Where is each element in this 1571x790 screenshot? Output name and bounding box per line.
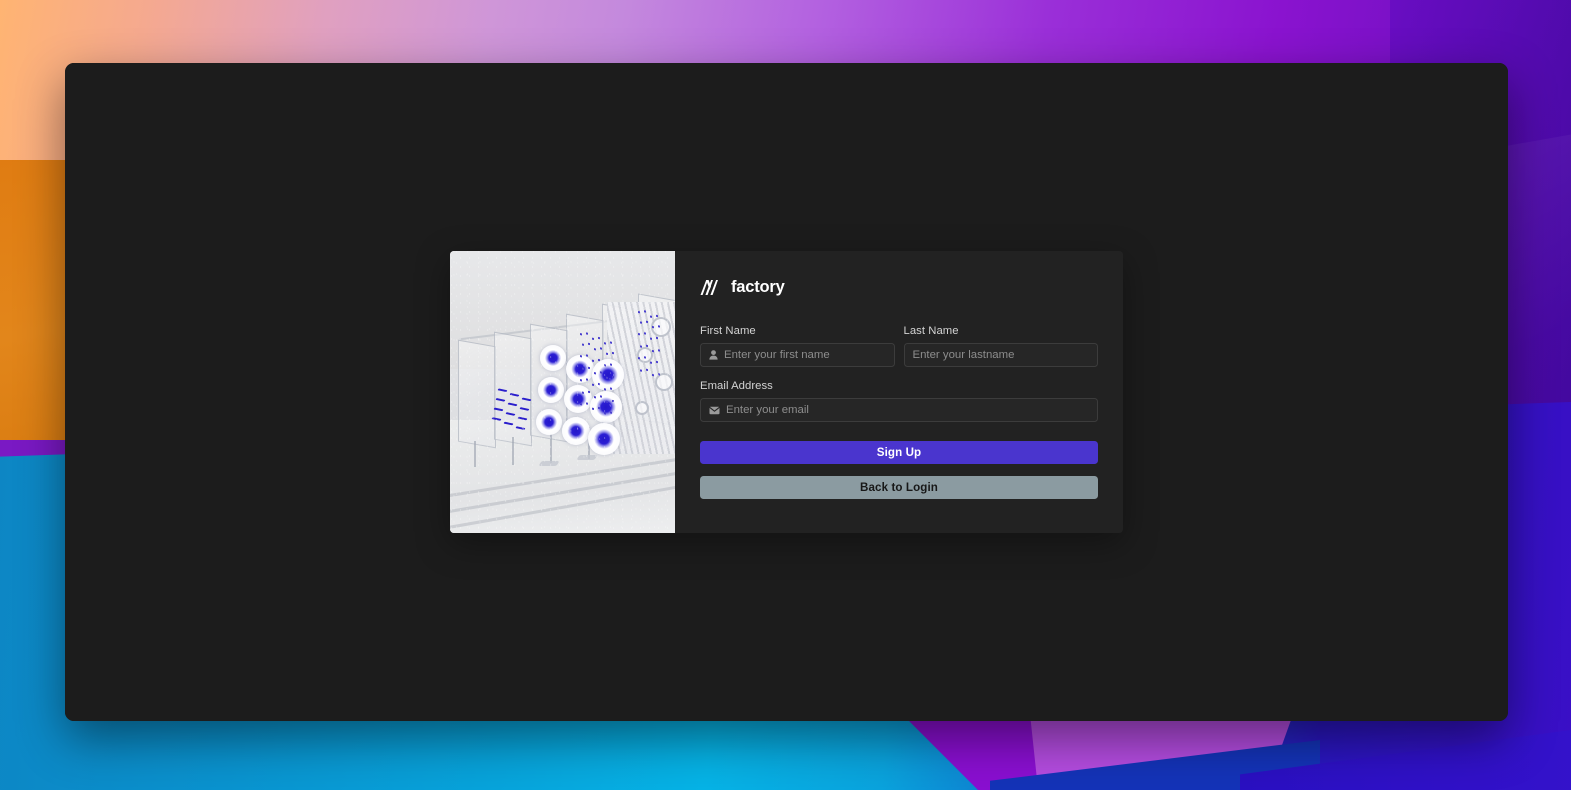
last-name-input-shell[interactable] [903, 343, 1098, 367]
brand-row: factory [700, 278, 1098, 297]
last-name-field-group: Last Name [903, 325, 1098, 367]
first-name-input[interactable] [724, 349, 886, 361]
application-window: factory First Name Enter your first name… [65, 63, 1508, 721]
back-to-login-button[interactable]: Back to Login [700, 476, 1098, 499]
signup-card: factory First Name Enter your first name… [450, 251, 1123, 533]
page-body: factory First Name Enter your first name… [65, 63, 1508, 721]
first-name-input-shell[interactable] [700, 343, 895, 367]
user-icon [709, 350, 718, 360]
email-field-group: Email Address [700, 380, 1098, 422]
factory-chevrons-logo-icon [700, 279, 722, 296]
first-name-label: First Name [700, 325, 756, 337]
field-spacer [700, 367, 1098, 380]
first-name-field-group: First Name [700, 325, 895, 367]
hero-grain-overlay [450, 251, 675, 533]
last-name-label: Last Name [903, 325, 959, 337]
email-input-shell[interactable] [700, 398, 1098, 422]
email-input[interactable] [726, 404, 1089, 416]
email-address-label: Email Address [700, 380, 773, 392]
signup-form-panel: factory First Name Enter your first name… [675, 251, 1123, 533]
desktop-wallpaper: factory First Name Enter your first name… [0, 0, 1571, 790]
hero-image-panel [450, 251, 675, 533]
name-fields-row: First Name Enter your first name Last Na… [700, 325, 1098, 367]
envelope-icon [709, 406, 720, 415]
brand-name: factory [731, 278, 785, 296]
sign-up-button[interactable]: Sign Up [700, 441, 1098, 464]
last-name-input[interactable] [912, 349, 1089, 361]
